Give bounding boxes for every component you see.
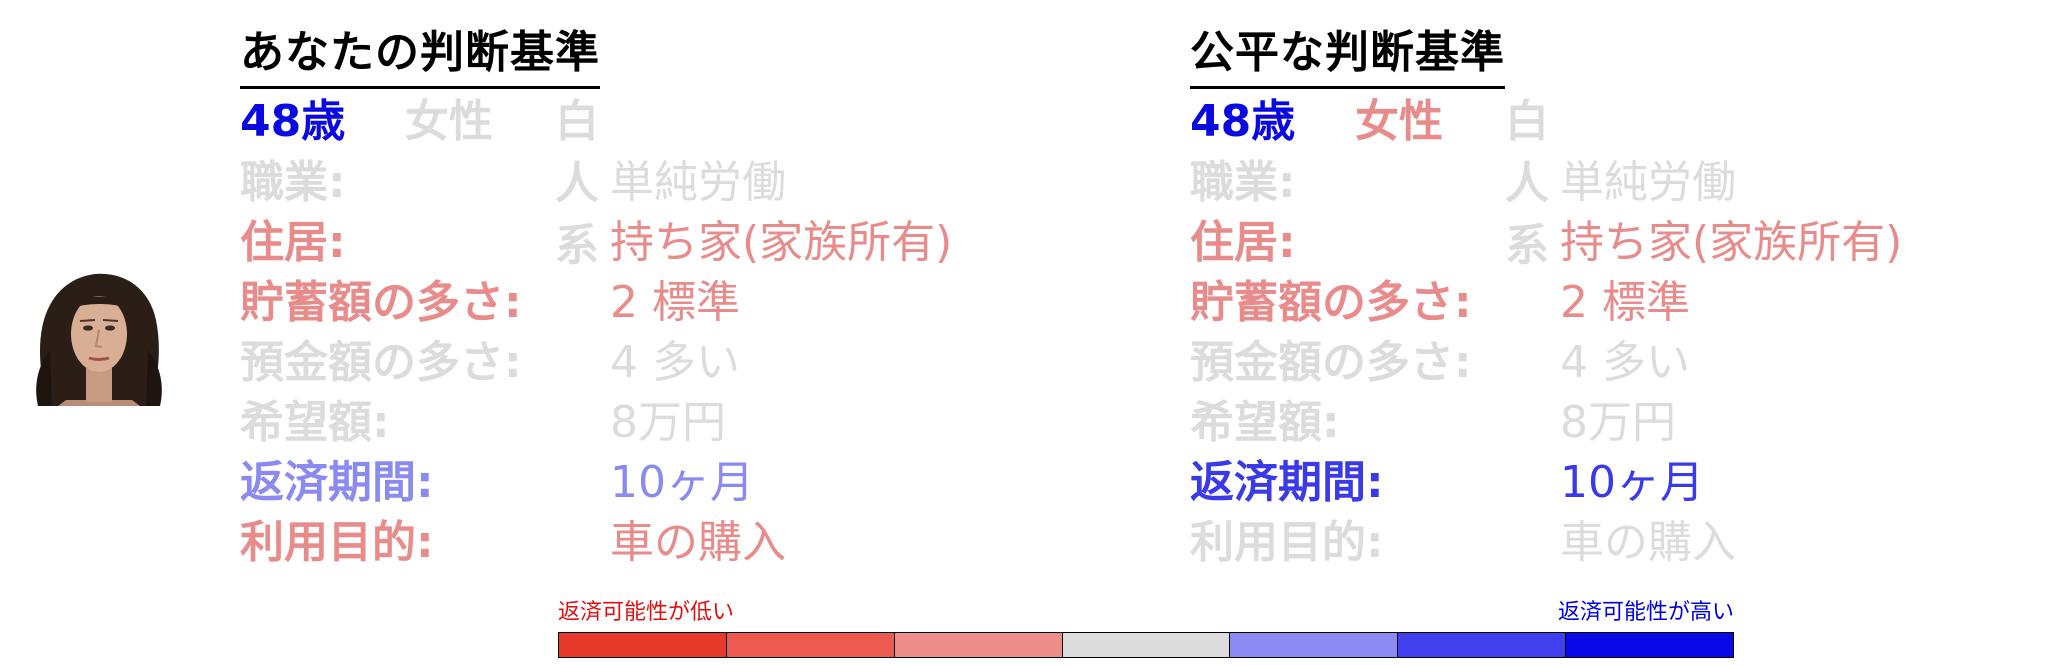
attribute-value: 単純労働 (1560, 157, 1736, 208)
attribute-value: 8万円 (610, 397, 726, 448)
attribute-row: 職業: 単純労働 (1190, 153, 1736, 213)
attribute-label: 返済期間: (240, 457, 434, 508)
high-repayment-label: 返済可能性が高い (1557, 600, 1734, 625)
fair-criteria-panel: 公平な判断基準 48歳 女性 白人系 職業: 単純労働 住居: 持ち家(家族所有) 貯蓄… (1190, 22, 1902, 573)
applicant-face-photo (28, 270, 170, 406)
attribute-label: 預金額の多さ: (1190, 337, 1472, 388)
attribute-label: 住居: (1190, 217, 1296, 268)
low-repayment-label: 返済可能性が低い (558, 600, 735, 625)
your-criteria-title: あなたの判断基準 (240, 22, 600, 89)
attribute-row: 職業: 単純労働 (240, 153, 786, 213)
attribute-value: 2 標準 (1560, 277, 1690, 328)
attribute-row: 希望額: 8万円 (1190, 393, 1676, 453)
attribute-label: 住居: (240, 217, 346, 268)
attribute-label: 利用目的: (1190, 517, 1384, 568)
demographics-row: 48歳 女性 白人系 (240, 91, 600, 271)
age-label: 48歳 (1190, 96, 1296, 147)
attribute-row: 返済期間: 10ヶ月 (1190, 453, 1704, 513)
attribute-label: 希望額: (1190, 397, 1340, 448)
attribute-row: 返済期間: 10ヶ月 (240, 453, 754, 513)
attribute-label: 預金額の多さ: (240, 337, 522, 388)
scale-cell (1566, 633, 1734, 657)
attribute-value: 10ヶ月 (1560, 457, 1704, 508)
attribute-rows: 職業: 単純労働住居: 持ち家(家族所有) 貯蓄額の多さ: 2 標準預金額の多さ: 4 多… (1190, 153, 1902, 573)
scale-cell (894, 633, 1063, 657)
attribute-row: 貯蓄額の多さ: 2 標準 (1190, 273, 1690, 333)
gender-label: 女性 (405, 96, 493, 147)
attribute-row: 預金額の多さ: 4 多い (1190, 333, 1690, 393)
attribute-row: 利用目的: 車の購入 (240, 513, 786, 573)
attribute-value: 10ヶ月 (610, 457, 754, 508)
attribute-label: 貯蓄額の多さ: (1190, 277, 1472, 328)
attribute-value: 2 標準 (610, 277, 740, 328)
attribute-value: 持ち家(家族所有) (1560, 217, 1903, 268)
attribute-value: 4 多い (1560, 337, 1690, 388)
scale-cell (559, 633, 727, 657)
attribute-label: 貯蓄額の多さ: (240, 277, 522, 328)
repayment-color-scale (558, 632, 1734, 658)
scale-cell (1062, 633, 1231, 657)
scale-cell (1230, 633, 1399, 657)
demographics-row: 48歳 女性 白人系 (1190, 91, 1549, 271)
attribute-label: 希望額: (240, 397, 390, 448)
race-label: 白人系 (1505, 96, 1549, 271)
gender-label: 女性 (1355, 96, 1443, 147)
your-criteria-panel: あなたの判断基準 48歳 女性 白人系 職業: 単純労働 住居: 持ち家(家族所有) 貯… (240, 22, 952, 573)
attribute-row: 希望額: 8万円 (240, 393, 726, 453)
attribute-value: 車の購入 (1560, 517, 1736, 568)
scale-cell (1398, 633, 1567, 657)
attribute-value: 単純労働 (610, 157, 786, 208)
age-label: 48歳 (240, 96, 346, 147)
attribute-value: 車の購入 (610, 517, 786, 568)
attribute-label: 職業: (1190, 157, 1296, 208)
attribute-row: 住居: 持ち家(家族所有) (1190, 213, 1902, 273)
attribute-row: 利用目的: 車の購入 (1190, 513, 1736, 573)
scale-cell (726, 633, 895, 657)
attribute-label: 職業: (240, 157, 346, 208)
attribute-rows: 職業: 単純労働住居: 持ち家(家族所有) 貯蓄額の多さ: 2 標準預金額の多さ: 4 多… (240, 153, 952, 573)
attribute-value: 8万円 (1560, 397, 1676, 448)
attribute-label: 利用目的: (240, 517, 434, 568)
fair-criteria-title: 公平な判断基準 (1190, 22, 1505, 89)
attribute-value: 4 多い (610, 337, 740, 388)
attribute-row: 貯蓄額の多さ: 2 標準 (240, 273, 740, 333)
attribute-value: 持ち家(家族所有) (610, 217, 953, 268)
attribute-row: 預金額の多さ: 4 多い (240, 333, 740, 393)
attribute-row: 住居: 持ち家(家族所有) (240, 213, 952, 273)
attribute-label: 返済期間: (1190, 457, 1384, 508)
